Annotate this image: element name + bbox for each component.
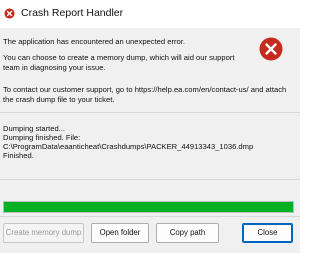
close-button[interactable]: Close xyxy=(242,223,293,243)
divider-bottom xyxy=(0,179,300,180)
dump-progress-bar xyxy=(3,201,294,213)
progress-fill xyxy=(4,202,293,212)
log-line: Dumping finished. File: xyxy=(3,133,81,142)
memory-dump-info-line-1: You can choose to create a memory dump, … xyxy=(3,53,235,62)
error-message: The application has encountered an unexp… xyxy=(3,37,185,46)
title-bar[interactable]: Crash Report Handler xyxy=(0,0,300,28)
crash-report-window: Crash Report Handler The application has… xyxy=(0,0,300,253)
log-line: Dumping started... xyxy=(3,124,66,133)
error-icon xyxy=(259,37,283,61)
open-folder-button[interactable]: Open folder xyxy=(91,223,149,243)
create-memory-dump-button[interactable]: Create memory dump xyxy=(3,223,84,243)
divider-buttons xyxy=(0,216,300,217)
log-line: Finished. xyxy=(3,151,34,160)
dialog-body: The application has encountered an unexp… xyxy=(0,28,300,253)
window-title: Crash Report Handler xyxy=(21,7,124,19)
copy-path-button[interactable]: Copy path xyxy=(156,223,219,243)
error-x-icon xyxy=(4,8,15,19)
support-info-line-2: the crash dump file to your ticket. xyxy=(3,95,115,104)
divider-top xyxy=(0,112,300,113)
dump-log: Dumping started... Dumping finished. Fil… xyxy=(0,116,300,174)
log-line-dump-path: C:\ProgramData\eaanticheat\Crashdumps\PA… xyxy=(3,142,254,151)
memory-dump-info-line-2: team in diagnosing your issue. xyxy=(3,63,106,72)
support-info-line-1: To contact our customer support, go to h… xyxy=(3,85,287,94)
